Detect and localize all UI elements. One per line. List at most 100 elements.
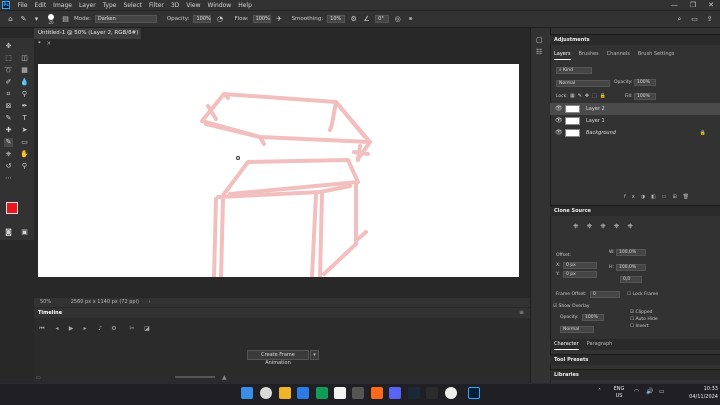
menu-3d[interactable]: 3D bbox=[167, 2, 182, 9]
app-icon[interactable] bbox=[426, 387, 438, 399]
quick-select-tool-icon[interactable]: ✐ bbox=[4, 78, 13, 87]
marquee-tool-icon[interactable]: ⬚ bbox=[4, 54, 13, 63]
y-offset-input[interactable]: 0 px bbox=[563, 271, 597, 278]
rectangle-tool-icon[interactable]: ▭ bbox=[20, 138, 29, 147]
menu-edit[interactable]: Edit bbox=[31, 2, 50, 9]
opacity-input[interactable]: 100% bbox=[193, 15, 212, 23]
edge-icon[interactable] bbox=[297, 387, 309, 399]
chrome-icon[interactable] bbox=[445, 387, 457, 399]
kind-filter[interactable]: ⌕ Kind bbox=[556, 67, 592, 74]
share-icon[interactable]: ⇪ bbox=[705, 15, 714, 24]
search-icon[interactable] bbox=[260, 387, 272, 399]
more-tools-icon[interactable]: ⋯ bbox=[4, 174, 13, 183]
status-arrow-icon[interactable]: › bbox=[149, 299, 151, 305]
blender-icon[interactable] bbox=[371, 387, 383, 399]
layer-row[interactable]: 👁 Background 🔒 bbox=[550, 127, 720, 139]
hand-tool-icon[interactable]: ✋ bbox=[20, 150, 29, 159]
menu-select[interactable]: Select bbox=[120, 2, 146, 9]
tab-paragraph[interactable]: Paragraph bbox=[587, 339, 613, 350]
auto-hide-checkbox[interactable]: ☐ Auto Hide bbox=[630, 317, 658, 322]
menu-image[interactable]: Image bbox=[50, 2, 76, 9]
layer-row[interactable]: 👁 Layer 2 bbox=[550, 103, 720, 115]
mode-select[interactable]: Darken bbox=[94, 15, 157, 23]
clipped-checkbox[interactable]: ☑ Clipped bbox=[630, 310, 652, 315]
search-icon[interactable]: ⌕ bbox=[675, 15, 684, 24]
frame-offset-input[interactable]: 0 bbox=[590, 291, 620, 298]
visibility-eye-icon[interactable]: 👁 bbox=[555, 103, 563, 115]
brush-tool-active-icon[interactable]: ✎ bbox=[4, 138, 13, 147]
lasso-tool-icon[interactable]: ➰ bbox=[4, 66, 13, 75]
frame-tool-icon[interactable]: ⊠ bbox=[4, 102, 13, 111]
overlay-mode-select[interactable]: Normal bbox=[560, 326, 594, 333]
menu-filter[interactable]: Filter bbox=[146, 2, 168, 9]
volume-icon[interactable]: 🔊 bbox=[646, 388, 653, 395]
close-icon[interactable]: ✕ bbox=[708, 1, 714, 9]
play-icon[interactable]: ▶ bbox=[67, 325, 75, 333]
libraries-header[interactable]: Libraries bbox=[550, 369, 720, 380]
input-language[interactable]: ENG US bbox=[612, 386, 626, 400]
adjustments-header[interactable]: Adjustments bbox=[550, 34, 720, 45]
show-overlay-checkbox[interactable]: ☑ Show Overlay bbox=[553, 304, 590, 309]
visibility-eye-icon[interactable]: 👁 bbox=[555, 115, 563, 127]
tab-character[interactable]: Character bbox=[554, 339, 579, 350]
properties-icon[interactable]: ☷ bbox=[536, 48, 542, 56]
clone-source-slots[interactable]: ⎈⎈⎈⎈⎈ bbox=[573, 222, 641, 231]
discord-icon[interactable] bbox=[389, 387, 401, 399]
foreground-color-swatch[interactable] bbox=[6, 202, 18, 214]
smoothing-input[interactable]: 10% bbox=[327, 15, 346, 23]
visibility-eye-icon[interactable]: 👁 bbox=[555, 127, 563, 139]
brush-preset-picker[interactable]: 20 bbox=[45, 13, 57, 25]
audio-icon[interactable]: ♪ bbox=[96, 325, 104, 333]
tab-brushes[interactable]: Brushes bbox=[579, 49, 599, 60]
convert-icon[interactable]: ▭ bbox=[36, 375, 44, 381]
first-frame-icon[interactable]: ⏮ bbox=[38, 325, 46, 333]
steam-icon[interactable] bbox=[408, 387, 420, 399]
blur-tool-icon[interactable]: 💧 bbox=[20, 78, 29, 87]
menu-file[interactable]: File bbox=[14, 2, 31, 9]
gear-icon[interactable]: ⚙ bbox=[349, 15, 358, 24]
windows-start-icon[interactable] bbox=[241, 387, 253, 399]
settings-icon[interactable]: ⚙ bbox=[110, 325, 118, 333]
history-brush-tool-icon[interactable]: ↺ bbox=[4, 162, 13, 171]
screen-mode-icon[interactable]: ▣ bbox=[20, 228, 29, 237]
home-icon[interactable]: ⌂ bbox=[6, 15, 15, 24]
healing-tool-icon[interactable]: ✚ bbox=[4, 126, 13, 135]
overlay-opacity-input[interactable]: 100% bbox=[582, 314, 604, 321]
canvas[interactable] bbox=[38, 64, 519, 279]
move-tool-icon[interactable]: ✥ bbox=[4, 42, 13, 51]
opacity-pressure-icon[interactable]: ◔ bbox=[215, 15, 224, 24]
lock-frame-checkbox[interactable]: ☐ Lock Frame bbox=[627, 292, 658, 297]
path-select-tool-icon[interactable]: ➤ bbox=[20, 126, 29, 135]
brush-settings-icon[interactable]: ▤ bbox=[61, 15, 70, 24]
x-offset-input[interactable]: 0 px bbox=[563, 262, 597, 269]
dodge-tool-icon[interactable]: ⚲ bbox=[20, 90, 29, 99]
minimize-icon[interactable]: — bbox=[671, 1, 678, 9]
crop-tool-icon[interactable]: ⌗ bbox=[4, 90, 13, 99]
h-scale-input[interactable]: 100,0% bbox=[616, 264, 646, 271]
prev-frame-icon[interactable]: ◂ bbox=[53, 325, 61, 333]
timeline-title[interactable]: Timeline bbox=[38, 310, 62, 316]
panel-menu-icon[interactable]: ≡ bbox=[519, 309, 524, 316]
zoom-level[interactable]: 50% bbox=[40, 299, 51, 305]
tool-presets-header[interactable]: Tool Presets bbox=[550, 354, 720, 365]
pressure-size-icon[interactable]: ◎ bbox=[393, 15, 402, 24]
w-scale-input[interactable]: 100,0% bbox=[616, 249, 646, 256]
terminal-icon[interactable] bbox=[352, 387, 364, 399]
maximize-icon[interactable]: ❐ bbox=[690, 1, 696, 9]
tab-channels[interactable]: Channels bbox=[607, 49, 630, 60]
gradient-tool-icon[interactable]: ▦ bbox=[20, 66, 29, 75]
store-icon[interactable] bbox=[316, 387, 328, 399]
angle-icon[interactable]: ∠ bbox=[362, 15, 371, 24]
airbrush-icon[interactable]: ✈ bbox=[275, 15, 284, 24]
photoshop-taskbar-icon[interactable] bbox=[468, 387, 480, 399]
notepad-icon[interactable] bbox=[334, 387, 346, 399]
quick-mask-icon[interactable]: ◙ bbox=[4, 228, 13, 237]
transition-icon[interactable]: ◪ bbox=[143, 325, 151, 333]
blend-mode-select[interactable]: Normal bbox=[556, 80, 610, 87]
clock[interactable]: 10:33 04/11/2024 bbox=[682, 385, 718, 401]
fill-input[interactable]: 100% bbox=[634, 93, 656, 100]
zoom-slider[interactable] bbox=[175, 376, 215, 378]
wifi-icon[interactable]: ◠ bbox=[634, 388, 639, 395]
layer-opacity-input[interactable]: 100% bbox=[634, 79, 656, 86]
menu-view[interactable]: View bbox=[183, 2, 204, 9]
